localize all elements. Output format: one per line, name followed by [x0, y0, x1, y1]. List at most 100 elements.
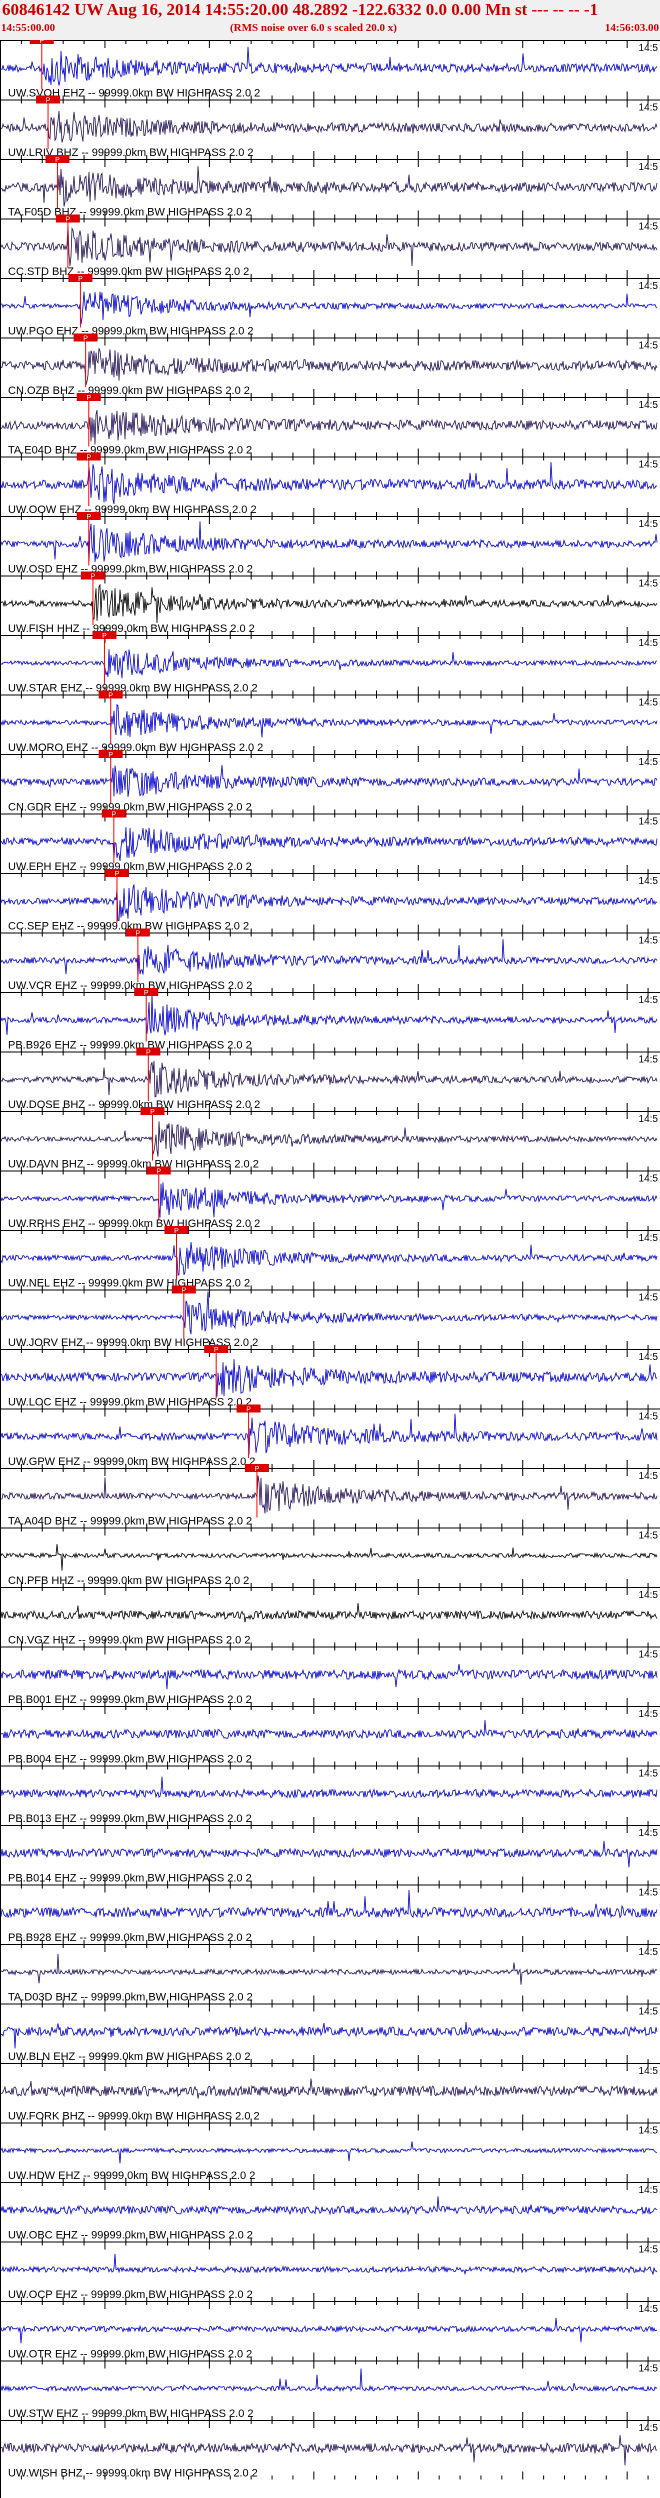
right-time-label: 14:5 [639, 2245, 659, 2256]
trace-label: CN.PFB HHZ -- 99999.0km BW HIGHPASS 2.0 … [8, 1575, 249, 1587]
pick-label: P [83, 336, 88, 343]
waveform-trace [0, 410, 658, 445]
right-time-label: 14:5 [639, 1888, 659, 1899]
right-time-label: 14:5 [639, 43, 659, 54]
waveform-trace [0, 1664, 658, 1690]
waveform-trace [0, 765, 658, 797]
trace-label: PB.B001 EHZ -- 99999.0km BW HIGHPASS 2.0… [8, 1694, 252, 1706]
trace-8: P UW.OSD EHZ -- 99999.0km BW HIGHPASS 2.0… [0, 512, 660, 576]
trace-label: PB.B013 EHZ -- 99999.0km BW HIGHPASS 2.0… [8, 1813, 252, 1825]
trace-16: P PB.B926 EHZ -- 99999.0km BW HIGHPASS 2.… [0, 988, 660, 1052]
noise-note: (RMS noise over 6.0 s scaled 20.0 x) [230, 22, 397, 34]
trace-label: UW.FORK BHZ -- 99999.0km BW HIGHPASS 2.0… [8, 2111, 260, 2123]
trace-label: UW.FISH HHZ -- 99999.0km BW HIGHPASS 2.0… [8, 623, 255, 635]
trace-label: TA.F05D BHZ -- 99999.0km BW HIGHPASS 2.0… [8, 207, 252, 219]
trace-34: UW.FORK BHZ -- 99999.0km BW HIGHPASS 2.0… [0, 2063, 660, 2123]
trace-label: UW.VCR EHZ -- 99999.0km BW HIGHPASS 2.0 … [8, 980, 252, 992]
right-time-label: 14:5 [639, 1412, 659, 1423]
right-time-label: 14:5 [639, 1174, 659, 1185]
trace-label: UW.STAR EHZ -- 99999.0km BW HIGHPASS 2.0… [8, 683, 258, 695]
pick-label: P [174, 1228, 179, 1235]
waveform-trace [0, 2435, 658, 2466]
right-time-label: 14:5 [639, 757, 659, 768]
trace-15: P UW.VCR EHZ -- 99999.0km BW HIGHPASS 2.0… [0, 928, 660, 992]
event-title: 60846142 UW Aug 16, 2014 14:55:20.00 48.… [2, 0, 599, 19]
trace-40: UW.WISH BHZ -- 99999.0km BW HIGHPASS 2.0… [0, 2420, 660, 2480]
right-time-label: 14:5 [639, 1590, 659, 1601]
trace-38: UW.OTR EHZ -- 99999.0km BW HIGHPASS 2.0 … [0, 2301, 660, 2361]
waveform-trace [0, 2196, 658, 2216]
right-time-label: 14:5 [639, 2066, 659, 2077]
right-time-label: 14:5 [639, 1233, 659, 1244]
pick-label: P [150, 1109, 155, 1116]
waveform-trace [0, 1544, 658, 1571]
start-time: 14:55:00.00 [1, 22, 56, 34]
waveform-trace [0, 2141, 658, 2164]
pick-label: P [78, 276, 83, 283]
waveform-trace [0, 1953, 658, 1985]
pick-label: P [86, 455, 91, 462]
trace-10: P UW.STAR EHZ -- 99999.0km BW HIGHPASS 2.… [0, 631, 660, 695]
waveform-trace [0, 110, 658, 143]
right-time-label: 14:5 [639, 1293, 659, 1304]
right-time-label: 14:5 [639, 876, 659, 887]
waveform-trace [0, 1840, 658, 1868]
right-time-label: 14:5 [639, 519, 659, 530]
pick-label: P [108, 693, 113, 700]
waveform-trace [0, 1291, 658, 1335]
waveform-trace [0, 1720, 658, 1740]
right-time-label: 14:5 [639, 103, 659, 114]
pick-label: P [214, 1347, 219, 1354]
right-time-label: 14:5 [639, 341, 659, 352]
waveform-trace [0, 2078, 658, 2099]
right-time-label: 14:5 [639, 2126, 659, 2137]
pick-label: P [144, 990, 149, 997]
trace-label: TA.E04D BHZ -- 99999.0km BW HIGHPASS 2.0… [8, 445, 252, 457]
trace-label: UW.WISH BHZ -- 99999.0km BW HIGHPASS 2.0… [8, 2468, 258, 2480]
trace-32: TA.D03D BHZ -- 99999.0km BW HIGHPASS 2.0… [0, 1944, 660, 2004]
trace-label: UW.GPW EHZ -- 99999.0km BW HIGHPASS 2.0 … [8, 1456, 255, 1468]
waveform-trace [0, 884, 658, 921]
trace-label: UW.RRHS EHZ -- 99999.0km BW HIGHPASS 2.0… [8, 1218, 260, 1230]
waveform-trace [0, 993, 658, 1036]
waveform-trace [0, 1060, 658, 1098]
trace-label: UW.HDW EHZ -- 99999.0km BW HIGHPASS 2.0 … [8, 2170, 255, 2182]
right-time-label: 14:5 [639, 579, 659, 590]
trace-label: UW.LOC EHZ -- 99999.0km BW HIGHPASS 2.0 … [8, 1397, 252, 1409]
waveform-trace [0, 1121, 658, 1157]
right-time-label: 14:5 [639, 638, 659, 649]
waveform-trace [0, 1776, 658, 1800]
pick-label: P [136, 931, 141, 938]
waveform-trace [1, 166, 658, 207]
pick-label: P [112, 812, 117, 819]
trace-label: UW.PGO EHZ -- 99999.0km BW HIGHPASS 2.0 … [8, 326, 254, 338]
trace-label: UW.OOW EHZ -- 99999.0km BW HIGHPASS 2.0 … [8, 504, 257, 516]
right-time-label: 14:5 [639, 1055, 659, 1066]
trace-label: UW.DAVN BHZ -- 99999.0km BW HIGHPASS 2.0… [8, 1159, 259, 1171]
waveform-trace [0, 1182, 658, 1218]
waveform-trace [0, 1889, 658, 1919]
right-time-label: 14:5 [639, 1709, 659, 1720]
right-time-label: 14:5 [639, 1769, 659, 1780]
trace-6: P TA.E04D BHZ -- 99999.0km BW HIGHPASS 2.… [0, 393, 660, 457]
pick-label: P [156, 1169, 161, 1176]
trace-26: CN.VGZ HHZ -- 99999.0km BW HIGHPASS 2.0 … [0, 1587, 660, 1647]
right-time-label: 14:5 [639, 162, 659, 173]
end-time: 14:56:03.00 [604, 22, 659, 34]
trace-label: TA.A04D BHZ -- 99999.0km BW HIGHPASS 2.0… [8, 1516, 252, 1528]
trace-label: UW.MORO EHZ -- 99999.0km BW HIGHPASS 2.0… [8, 742, 263, 754]
right-time-label: 14:5 [639, 995, 659, 1006]
pick-label: P [115, 871, 120, 878]
trace-27: PB.B001 EHZ -- 99999.0km BW HIGHPASS 2.0… [0, 1646, 660, 1706]
trace-30: PB.B014 EHZ -- 99999.0km BW HIGHPASS 2.0… [0, 1825, 660, 1885]
waveform-trace [0, 583, 658, 624]
waveform-trace [0, 46, 658, 86]
trace-label: PB.B926 EHZ -- 99999.0km BW HIGHPASS 2.0… [8, 1040, 252, 1052]
pick-label: P [86, 395, 91, 402]
trace-37: UW.OCP EHZ -- 99999.0km BW HIGHPASS 2.0 … [0, 2241, 660, 2301]
right-time-label: 14:5 [639, 1531, 659, 1542]
waveform-trace [0, 521, 658, 563]
waveform-trace [0, 225, 658, 267]
pick-label: P [86, 514, 91, 521]
right-time-label: 14:5 [639, 2185, 659, 2196]
